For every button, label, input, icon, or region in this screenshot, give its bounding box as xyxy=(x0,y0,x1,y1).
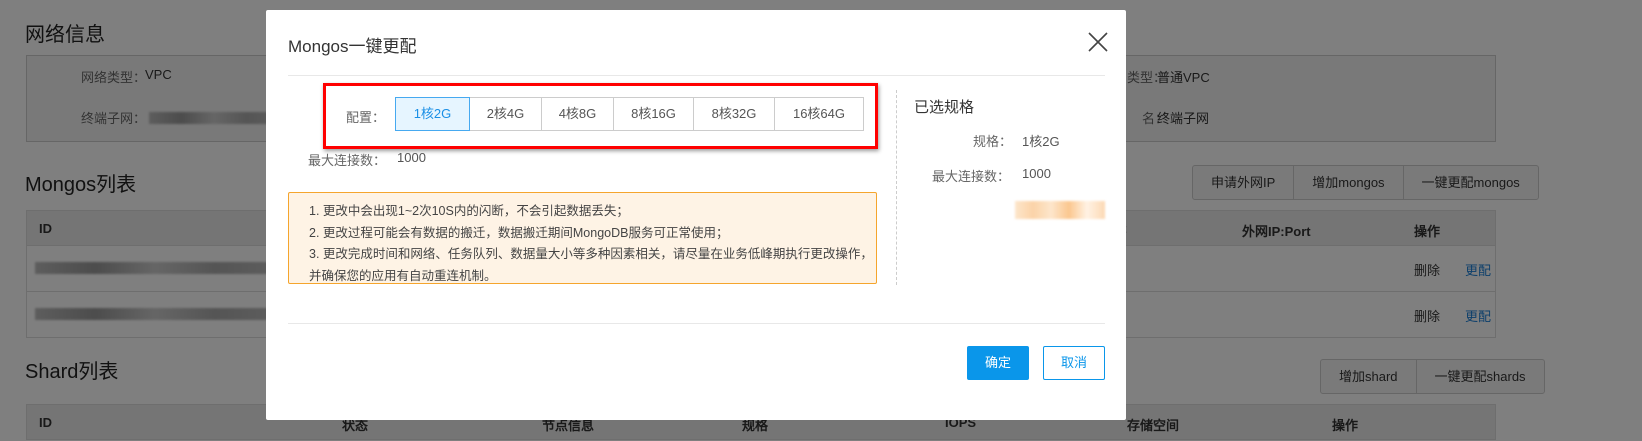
summary-conn-value: 1000 xyxy=(1022,166,1051,181)
max-conn-value: 1000 xyxy=(397,150,426,165)
divider xyxy=(288,75,1105,76)
spec-option-16c64g[interactable]: 16核64G xyxy=(775,97,864,131)
summary-spec-value: 1核2G xyxy=(1022,134,1060,149)
note-2: 2. 更改过程可能会有数据的搬迁，数据搬迁期间MongoDB服务可正常使用； xyxy=(309,225,729,240)
resize-mongos-dialog: Mongos一键更配 配置： 1核2G 2核4G 4核8G 8核16G 8核32… xyxy=(266,10,1126,420)
config-label: 配置： xyxy=(346,110,386,125)
note-1: 1. 更改中会出现1~2次10S内的闪断，不会引起数据丢失； xyxy=(309,204,629,218)
price-redacted xyxy=(1015,201,1105,219)
summary-title: 已选规格 xyxy=(914,99,975,116)
spec-option-8c32g[interactable]: 8核32G xyxy=(694,97,775,131)
note-3: 3. 更改完成时间和网络、任务队列、数据量大小等多种因素相关，请尽量在业务低峰期… xyxy=(309,247,873,283)
summary-spec-label: 规格： xyxy=(973,134,1013,149)
spec-option-1c2g[interactable]: 1核2G xyxy=(395,97,470,131)
spec-selector: 1核2G 2核4G 4核8G 8核16G 8核32G 16核64G xyxy=(395,97,864,131)
vertical-divider xyxy=(896,90,897,285)
spec-option-2c4g[interactable]: 2核4G xyxy=(470,97,542,131)
warning-notes: 1. 更改中会出现1~2次10S内的闪断，不会引起数据丢失； 2. 更改过程可能… xyxy=(288,192,877,284)
cancel-button[interactable]: 取消 xyxy=(1043,346,1105,380)
close-icon[interactable] xyxy=(1086,30,1110,54)
spec-option-4c8g[interactable]: 4核8G xyxy=(542,97,614,131)
dialog-title: Mongos一键更配 xyxy=(288,37,417,56)
confirm-button[interactable]: 确定 xyxy=(967,346,1029,380)
max-conn-label: 最大连接数： xyxy=(308,153,387,168)
spec-option-8c16g[interactable]: 8核16G xyxy=(614,97,694,131)
summary-conn-label: 最大连接数： xyxy=(932,169,1011,184)
divider xyxy=(288,323,1105,324)
